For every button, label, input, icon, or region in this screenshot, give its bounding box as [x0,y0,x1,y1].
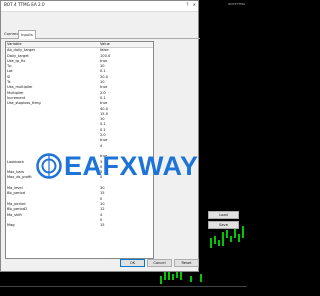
reset-button[interactable]: Reset [174,259,199,267]
variable-cell: Mag [7,223,15,228]
tab-inputs[interactable]: Inputs [18,30,36,39]
header-value: Value [100,42,110,46]
tab-bar: Common Inputs [1,29,200,39]
title-bar[interactable]: BOT 4 TTMG EA 2.0 ? ✕ [1,1,198,12]
expert-properties-dialog: BOT 4 TTMG EA 2.0 ? ✕ Common Inputs Vari… [0,0,239,272]
cancel-button[interactable]: Cancel [147,259,172,267]
chart-symbol-label: BOT4TTMG [228,2,245,6]
watermark: EAFXWAY [36,150,251,181]
watermark-text: EAFXWAY [64,150,199,181]
table-row[interactable]: Mag 15 [6,223,153,228]
window-title: BOT 4 TTMG EA 2.0 [4,2,45,7]
eafxway-logo-icon [36,153,62,179]
help-icon[interactable]: ? [186,2,188,7]
save-button[interactable]: Save [208,221,239,229]
value-cell[interactable]: 15 [99,223,153,228]
ok-button[interactable]: OK [120,259,145,267]
header-variable: Variable [7,42,22,46]
load-button[interactable]: Load [208,211,239,219]
time-axis: 26 May 202326 May 16:0026 May 20:0027 Ma… [0,286,247,296]
close-icon[interactable]: ✕ [193,2,196,7]
